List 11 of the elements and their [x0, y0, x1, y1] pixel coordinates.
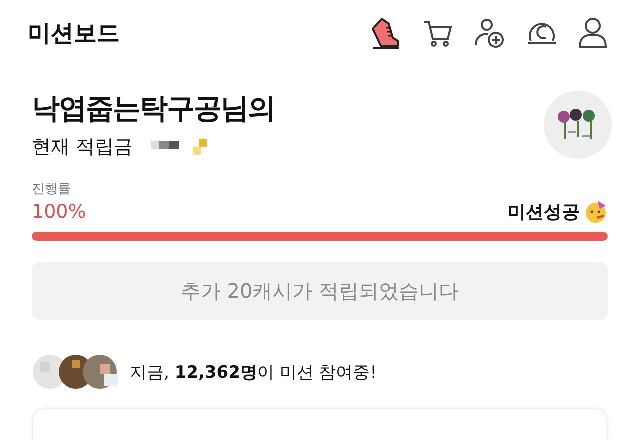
party-face-icon [584, 200, 608, 224]
mission-status: 미션성공 [508, 201, 580, 224]
participants-text: 지금, 12,362명이 미션 참여중! [130, 362, 378, 384]
balance-label: 현재 적립금 [32, 135, 134, 160]
progress-percent: 100% [32, 201, 86, 223]
user-name: 낙엽줍는탁구공님의 [32, 91, 275, 127]
progress-label: 진행률 [32, 181, 72, 198]
reward-notice: 추가 20캐시가 적립되었습니다 [32, 262, 608, 320]
page-title: 미션보드 [28, 20, 120, 48]
profile-icon[interactable] [578, 17, 608, 49]
add-user-icon[interactable] [474, 17, 506, 49]
